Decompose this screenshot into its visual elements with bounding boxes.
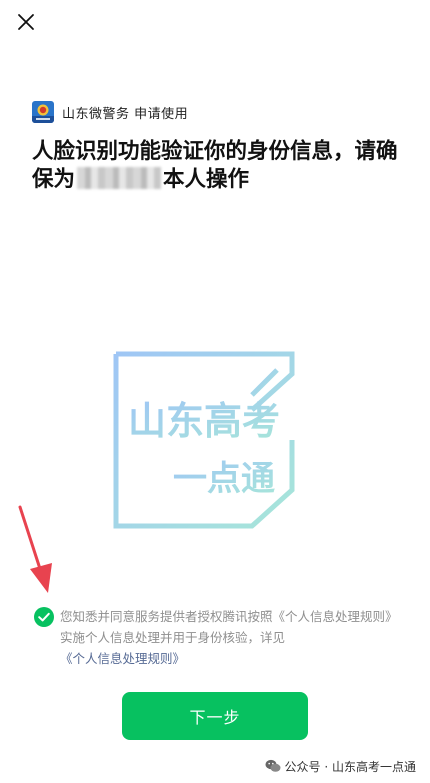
footer-watermark: 公众号 · 山东高考一点通 [265,756,416,776]
close-icon [18,14,34,30]
privacy-rules-link[interactable]: 《个人信息处理规则》 [60,651,185,666]
wechat-icon [265,759,281,772]
footer-label: 公众号 · 山东高考一点通 [284,759,416,774]
app-info: 山东微警务 申请使用 [32,101,188,123]
headline-suffix: 本人操作 [163,167,250,192]
watermark-line2: 一点通 [173,459,275,499]
page-title: 人脸识别功能验证你的身份信息，请确保为 本人操作 [32,138,404,194]
consent-text-block: 您知悉并同意服务提供者授权腾讯按照《个人信息处理规则》实施个人信息处理并用于身份… [34,606,404,669]
next-button[interactable]: 下一步 [122,692,308,740]
close-button[interactable] [12,8,40,36]
checkbox-checked-icon[interactable] [34,607,54,627]
annotation-arrow [18,505,52,593]
police-badge-icon [32,101,54,123]
watermark-logo: 山东高考 一点通 [113,351,295,529]
masked-name [77,167,162,189]
app-name: 山东微警务 申请使用 [62,106,189,122]
consent-section: 您知悉并同意服务提供者授权腾讯按照《个人信息处理规则》实施个人信息处理并用于身份… [34,606,404,669]
watermark-line1: 山东高考 [128,399,280,443]
consent-text: 您知悉并同意服务提供者授权腾讯按照《个人信息处理规则》实施个人信息处理并用于身份… [60,609,398,645]
